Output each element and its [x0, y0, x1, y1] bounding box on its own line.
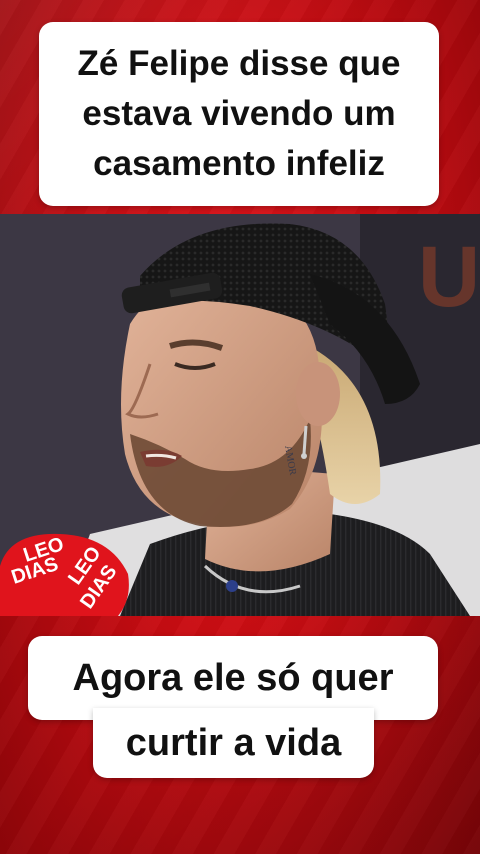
top-caption-line-1: Zé Felipe disse que: [77, 44, 401, 83]
top-caption: Zé Felipe disse que estava vivendo um ca…: [39, 22, 439, 206]
bottom-caption-line-2: curtir a vida: [93, 708, 374, 778]
interview-still: UN AMOR LE: [0, 214, 480, 616]
top-caption-line-3: casamento infeliz: [93, 144, 385, 183]
backdrop-logo-text: UN: [418, 229, 480, 325]
video-frame: UN AMOR LE: [0, 214, 480, 616]
top-caption-line-2: estava vivendo um: [82, 94, 396, 133]
